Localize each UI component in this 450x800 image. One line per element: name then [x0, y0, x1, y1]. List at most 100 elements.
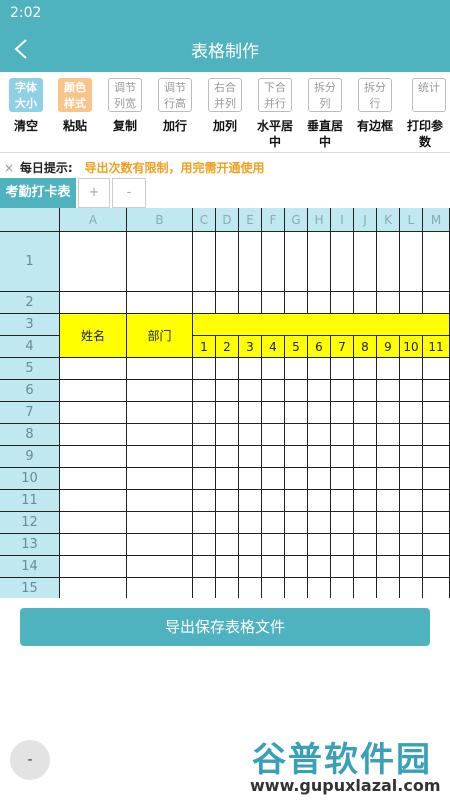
grid-cell[interactable]	[331, 446, 354, 468]
grid-cell[interactable]	[216, 556, 239, 578]
header-cell-days[interactable]	[193, 314, 450, 336]
row-header[interactable]: 9	[0, 446, 60, 468]
grid-cell[interactable]	[216, 578, 239, 598]
grid-cell[interactable]	[239, 534, 262, 556]
grid-cell[interactable]	[193, 358, 216, 380]
grid-cell[interactable]	[423, 512, 450, 534]
tool-text-4[interactable]: 加列	[205, 118, 245, 134]
grid-cell[interactable]	[127, 468, 193, 490]
column-header[interactable]: C	[193, 208, 216, 232]
grid-cell[interactable]	[354, 490, 377, 512]
grid-cell[interactable]	[354, 446, 377, 468]
grid-cell[interactable]	[285, 402, 308, 424]
grid-cell[interactable]	[262, 534, 285, 556]
column-header[interactable]: M	[423, 208, 450, 232]
tab-sheet-active[interactable]: 考勤打卡表	[0, 178, 76, 208]
tool-button-8[interactable]: 统计	[412, 78, 446, 112]
grid-cell[interactable]	[354, 468, 377, 490]
grid-cell[interactable]	[193, 380, 216, 402]
grid-cell[interactable]	[285, 512, 308, 534]
day-number-cell[interactable]: 9	[377, 336, 400, 358]
tool-text-0[interactable]: 清空	[6, 118, 46, 134]
grid-cell[interactable]	[239, 380, 262, 402]
grid-cell[interactable]	[262, 232, 285, 292]
grid-cell[interactable]	[262, 358, 285, 380]
grid-cell[interactable]	[354, 534, 377, 556]
grid-cell[interactable]	[377, 468, 400, 490]
tool-button-5[interactable]: 下合并行	[258, 78, 292, 112]
grid-cell[interactable]	[423, 534, 450, 556]
grid-cell[interactable]	[377, 380, 400, 402]
tool-button-6[interactable]: 拆分列	[308, 78, 342, 112]
grid-cell[interactable]	[354, 556, 377, 578]
grid-cell[interactable]	[285, 468, 308, 490]
grid-cell[interactable]	[127, 358, 193, 380]
grid-cell[interactable]	[60, 556, 127, 578]
grid-cell[interactable]	[193, 556, 216, 578]
grid-cell[interactable]	[60, 534, 127, 556]
row-header[interactable]: 7	[0, 402, 60, 424]
grid-cell[interactable]	[60, 232, 127, 292]
tool-text-5[interactable]: 水平居中	[255, 118, 295, 150]
grid-cell[interactable]	[354, 292, 377, 314]
grid-cell[interactable]	[308, 358, 331, 380]
tool-text-7[interactable]: 有边框	[355, 118, 395, 134]
grid-cell[interactable]	[262, 468, 285, 490]
grid-cell[interactable]	[331, 468, 354, 490]
grid-cell[interactable]	[60, 402, 127, 424]
grid-cell[interactable]	[285, 556, 308, 578]
grid-cell[interactable]	[216, 292, 239, 314]
grid-cell[interactable]	[239, 512, 262, 534]
grid-cell[interactable]	[354, 402, 377, 424]
grid-cell[interactable]	[127, 512, 193, 534]
row-header[interactable]: 2	[0, 292, 60, 314]
row-header[interactable]: 12	[0, 512, 60, 534]
tool-button-2[interactable]: 调节列宽	[108, 78, 142, 112]
column-header[interactable]: A	[60, 208, 127, 232]
export-save-button[interactable]: 导出保存表格文件	[20, 608, 430, 646]
row-header[interactable]: 15	[0, 578, 60, 598]
grid-cell[interactable]	[400, 490, 423, 512]
grid-cell[interactable]	[193, 292, 216, 314]
grid-cell[interactable]	[331, 512, 354, 534]
grid-cell[interactable]	[285, 424, 308, 446]
day-number-cell[interactable]: 1	[193, 336, 216, 358]
grid-cell[interactable]	[60, 512, 127, 534]
grid-cell[interactable]	[354, 380, 377, 402]
grid-cell[interactable]	[331, 232, 354, 292]
grid-cell[interactable]	[216, 468, 239, 490]
grid-cell[interactable]	[285, 578, 308, 598]
grid-cell[interactable]	[193, 534, 216, 556]
grid-cell[interactable]	[127, 232, 193, 292]
grid-cell[interactable]	[216, 512, 239, 534]
grid-cell[interactable]	[60, 380, 127, 402]
grid-cell[interactable]	[216, 490, 239, 512]
grid-cell[interactable]	[400, 534, 423, 556]
tool-text-2[interactable]: 复制	[105, 118, 145, 134]
grid-cell[interactable]	[239, 424, 262, 446]
row-header[interactable]: 8	[0, 424, 60, 446]
grid-cell[interactable]	[308, 512, 331, 534]
row-header[interactable]: 10	[0, 468, 60, 490]
grid-cell[interactable]	[262, 578, 285, 598]
grid-cell[interactable]	[262, 424, 285, 446]
grid-cell[interactable]	[193, 446, 216, 468]
grid-cell[interactable]	[331, 578, 354, 598]
grid-cell[interactable]	[308, 490, 331, 512]
grid-cell[interactable]	[216, 380, 239, 402]
grid-cell[interactable]	[377, 232, 400, 292]
grid-cell[interactable]	[423, 490, 450, 512]
grid-cell[interactable]	[423, 578, 450, 598]
grid-cell[interactable]	[400, 232, 423, 292]
tool-text-3[interactable]: 加行	[155, 118, 195, 134]
grid-cell[interactable]	[331, 402, 354, 424]
column-header[interactable]: B	[127, 208, 193, 232]
grid-cell[interactable]	[354, 358, 377, 380]
grid-cell[interactable]	[193, 578, 216, 598]
grid-cell[interactable]	[331, 556, 354, 578]
grid-cell[interactable]	[262, 292, 285, 314]
grid-cell[interactable]	[400, 468, 423, 490]
grid-cell[interactable]	[216, 358, 239, 380]
grid-cell[interactable]	[216, 232, 239, 292]
grid-cell[interactable]	[354, 578, 377, 598]
